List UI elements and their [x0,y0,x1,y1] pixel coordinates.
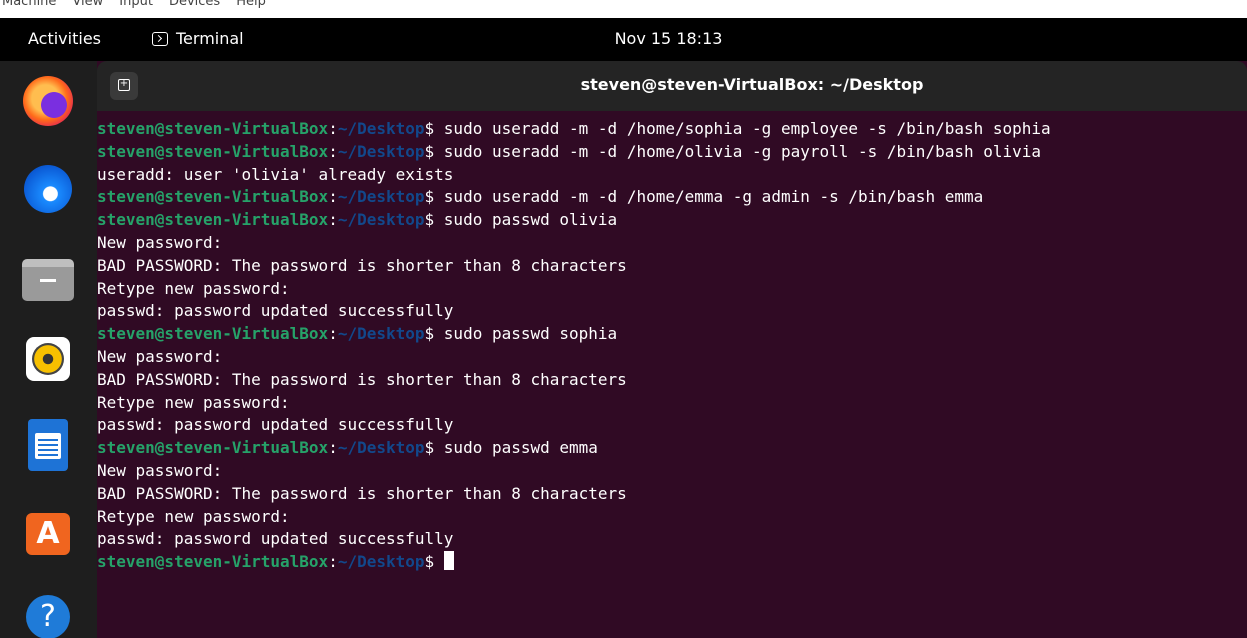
terminal-output-line: BAD PASSWORD: The password is shorter th… [97,369,1247,392]
window-title: steven@steven-VirtualBox: ~/Desktop [580,75,924,94]
vbox-menu-input[interactable]: Input [119,0,153,9]
terminal-prompt-line: steven@steven-VirtualBox:~/Desktop$ sudo… [97,323,1247,346]
output-text: BAD PASSWORD: The password is shorter th… [97,369,627,389]
prompt-separator: : [328,324,338,344]
prompt-separator: : [328,141,338,161]
vbox-menu-machine[interactable]: Machine [2,0,56,9]
vbox-menu-devices[interactable]: Devices [169,0,220,9]
prompt-user: steven@steven-VirtualBox [97,141,329,161]
command-text: sudo useradd -m -d /home/olivia -g payro… [443,141,1042,161]
terminal-output-line: Retype new password: [97,278,1247,301]
terminal-prompt-line: steven@steven-VirtualBox:~/Desktop$ [97,551,1247,574]
output-text: passwd: password updated successfully [97,415,454,435]
prompt-dollar: $ [424,324,444,344]
prompt-path: ~/Desktop [337,324,425,344]
vbox-menu-help[interactable]: Help [236,0,266,9]
prompt-dollar: $ [424,187,444,207]
terminal-output[interactable]: steven@steven-VirtualBox:~/Desktop$ sudo… [97,118,1247,633]
output-text: passwd: password updated successfully [97,529,454,549]
libreoffice-writer-icon[interactable] [20,417,76,473]
terminal-output-line: New password: [97,460,1247,483]
terminal-prompt-line: steven@steven-VirtualBox:~/Desktop$ sudo… [97,186,1247,209]
prompt-user: steven@steven-VirtualBox [97,552,329,572]
terminal-output-line: New password: [97,346,1247,369]
terminal-output-line: useradd: user 'olivia' already exists [97,164,1247,187]
terminal-prompt-line: steven@steven-VirtualBox:~/Desktop$ sudo… [97,209,1247,232]
terminal-output-line: passwd: password updated successfully [97,414,1247,437]
prompt-dollar: $ [424,141,444,161]
command-text: sudo passwd olivia [443,210,618,230]
dock: A ? [0,61,97,638]
output-text: Retype new password: [97,392,290,412]
clock[interactable]: Nov 15 18:13 [0,29,1247,48]
prompt-user: steven@steven-VirtualBox [97,210,329,230]
command-text: sudo useradd -m -d /home/emma -g admin -… [443,187,984,207]
terminal-window[interactable]: steven@steven-VirtualBox: ~/Desktop stev… [97,61,1247,638]
prompt-path: ~/Desktop [337,438,425,458]
prompt-dollar: $ [424,438,444,458]
terminal-output-line: Retype new password: [97,506,1247,529]
command-text: sudo passwd sophia [443,324,618,344]
prompt-separator: : [328,210,338,230]
command-text: sudo useradd -m -d /home/sophia -g emplo… [443,119,1051,138]
prompt-user: steven@steven-VirtualBox [97,119,329,138]
output-text: New password: [97,460,223,480]
terminal-prompt-line: steven@steven-VirtualBox:~/Desktop$ sudo… [97,437,1247,460]
vbox-menu-bar: Machine View Input Devices Help [0,0,1247,18]
output-text: New password: [97,346,223,366]
prompt-user: steven@steven-VirtualBox [97,187,329,207]
text-cursor [443,551,454,571]
prompt-separator: : [328,552,338,572]
prompt-dollar: $ [424,119,444,138]
output-text: New password: [97,232,223,252]
prompt-path: ~/Desktop [337,119,425,138]
terminal-output-line: passwd: password updated successfully [97,528,1247,551]
files-icon[interactable] [20,249,76,305]
terminal-output-line: New password: [97,232,1247,255]
prompt-dollar: $ [424,210,444,230]
command-text: sudo passwd emma [443,438,598,458]
prompt-path: ~/Desktop [337,141,425,161]
thunderbird-icon[interactable] [20,161,76,217]
output-text: passwd: password updated successfully [97,301,454,321]
prompt-separator: : [328,187,338,207]
firefox-icon[interactable] [20,73,76,129]
prompt-path: ~/Desktop [337,552,425,572]
output-text: BAD PASSWORD: The password is shorter th… [97,483,627,503]
gnome-top-bar: Activities Terminal Nov 15 18:13 [0,18,1247,61]
rhythmbox-icon[interactable] [20,331,76,387]
prompt-path: ~/Desktop [337,210,425,230]
prompt-user: steven@steven-VirtualBox [97,438,329,458]
terminal-prompt-line: steven@steven-VirtualBox:~/Desktop$ sudo… [97,118,1247,141]
terminal-output-line: passwd: password updated successfully [97,300,1247,323]
prompt-path: ~/Desktop [337,187,425,207]
output-text: useradd: user 'olivia' already exists [97,164,454,184]
terminal-output-line: Retype new password: [97,392,1247,415]
terminal-prompt-line: steven@steven-VirtualBox:~/Desktop$ sudo… [97,141,1247,164]
output-text: Retype new password: [97,278,290,298]
output-text: BAD PASSWORD: The password is shorter th… [97,255,627,275]
help-icon[interactable]: ? [20,589,76,638]
prompt-user: steven@steven-VirtualBox [97,324,329,344]
window-titlebar[interactable]: steven@steven-VirtualBox: ~/Desktop [97,61,1247,111]
terminal-output-line: BAD PASSWORD: The password is shorter th… [97,255,1247,278]
terminal-output-line: BAD PASSWORD: The password is shorter th… [97,483,1247,506]
prompt-dollar: $ [424,552,444,572]
app-center-icon[interactable]: A [20,505,76,561]
vbox-menu-view[interactable]: View [72,0,103,9]
prompt-separator: : [328,438,338,458]
prompt-separator: : [328,119,338,138]
output-text: Retype new password: [97,506,290,526]
